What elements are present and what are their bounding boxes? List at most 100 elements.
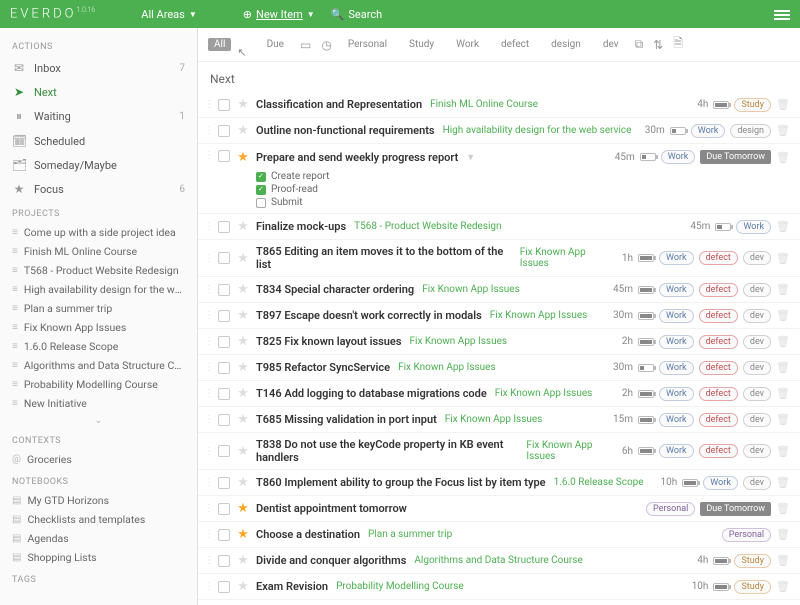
sidebar-context[interactable]: @Groceries <box>0 450 197 469</box>
task-row[interactable]: ⋮⋮ ★ T865 Editing an item moves it to th… <box>198 240 800 277</box>
star-toggle[interactable]: ★ <box>236 475 250 490</box>
filter-sort-icon[interactable]: ⇅ <box>653 38 663 52</box>
tag-defect[interactable]: defect <box>699 444 738 458</box>
task-checkbox[interactable] <box>218 284 230 296</box>
star-toggle[interactable]: ★ <box>236 360 250 375</box>
drag-handle[interactable]: ⋮⋮ <box>204 446 212 457</box>
tag-work[interactable]: Work <box>659 361 694 375</box>
tag-dev[interactable]: dev <box>743 361 771 375</box>
task-row[interactable]: ⋮⋮ ★ T897 Escape doesn't work correctly … <box>198 303 800 329</box>
drag-handle[interactable]: ⋮⋮ <box>204 503 212 514</box>
filter-work[interactable]: Work <box>450 38 485 51</box>
task-row[interactable]: ⋮⋮ ★ Exam Revision Probability Modelling… <box>198 574 800 600</box>
filter-study[interactable]: Study <box>403 38 440 51</box>
tag-defect[interactable]: defect <box>699 361 738 375</box>
sidebar-action-someday-maybe[interactable]: 🗂Someday/Maybe <box>0 153 197 177</box>
task-row[interactable]: ⋮⋮ ★ Outline non-functional requirements… <box>198 118 800 144</box>
drag-handle[interactable]: ⋮⋮ <box>204 414 212 425</box>
sidebar-project[interactable]: ≡Come up with a side project idea <box>0 223 197 242</box>
star-toggle[interactable]: ★ <box>236 386 250 401</box>
task-checkbox[interactable] <box>218 150 230 162</box>
tag-work[interactable]: Work <box>659 251 694 265</box>
new-item-button[interactable]: ⊕ New Item ▼ <box>243 8 315 21</box>
task-row[interactable]: ⋮⋮ ★ Prepare and send weekly progress re… <box>198 144 800 214</box>
drag-handle[interactable]: ⋮⋮ <box>204 99 212 110</box>
drag-handle[interactable]: ⋮⋮ <box>204 150 212 161</box>
sidebar-action-inbox[interactable]: ✉Inbox7 <box>0 56 197 80</box>
tag-defect[interactable]: defect <box>699 309 738 323</box>
subtask[interactable]: Proof-read <box>256 183 790 196</box>
drag-handle[interactable]: ⋮⋮ <box>204 581 212 592</box>
sidebar-action-waiting[interactable]: ⏸Waiting1 <box>0 104 197 129</box>
tag-study[interactable]: Study <box>734 98 771 112</box>
star-toggle[interactable]: ★ <box>236 412 250 427</box>
delete-icon[interactable]: 🗑 <box>776 220 790 233</box>
task-project-link[interactable]: Finish ML Online Course <box>430 99 538 110</box>
drag-handle[interactable]: ⋮⋮ <box>204 555 212 566</box>
sidebar-project[interactable]: ≡Algorithms and Data Structure Course <box>0 356 197 375</box>
star-toggle[interactable]: ★ <box>236 334 250 349</box>
sidebar-action-scheduled[interactable]: 🗓Scheduled <box>0 129 197 153</box>
sidebar-project[interactable]: ≡High availability design for the web se… <box>0 280 197 299</box>
filter-project-icon[interactable]: ▭ <box>300 38 311 52</box>
task-checkbox[interactable] <box>218 310 230 322</box>
delete-icon[interactable]: 🗑 <box>776 151 790 164</box>
tag-defect[interactable]: defect <box>699 335 738 349</box>
task-row[interactable]: ⋮⋮ ★ T685 Missing validation in port inp… <box>198 407 800 433</box>
tag-personal[interactable]: Personal <box>646 502 695 516</box>
tag-dev[interactable]: dev <box>743 251 771 265</box>
star-toggle[interactable]: ★ <box>236 308 250 323</box>
sidebar-project[interactable]: ≡Plan a summer trip <box>0 299 197 318</box>
filter-design[interactable]: design <box>545 38 587 51</box>
task-checkbox[interactable] <box>218 555 230 567</box>
filter-personal[interactable]: Personal <box>342 38 393 51</box>
filter-time-icon[interactable]: ◷ <box>321 38 331 52</box>
subtask-checkbox[interactable] <box>256 198 266 208</box>
drag-handle[interactable]: ⋮⋮ <box>204 284 212 295</box>
delete-icon[interactable]: 🗑 <box>776 413 790 426</box>
task-checkbox[interactable] <box>218 581 230 593</box>
delete-icon[interactable]: 🗑 <box>776 502 790 515</box>
task-row[interactable]: ⋮⋮ ★ T860 Implement ability to group the… <box>198 470 800 496</box>
tag-work[interactable]: Work <box>659 413 694 427</box>
subtask[interactable]: Submit <box>256 196 790 209</box>
filter-all[interactable]: All <box>208 38 231 51</box>
tag-study[interactable]: Study <box>734 580 771 594</box>
delete-icon[interactable]: 🗑 <box>776 309 790 322</box>
filter-dev[interactable]: dev <box>597 38 625 51</box>
star-toggle[interactable]: ★ <box>236 444 250 459</box>
task-row[interactable]: ⋮⋮ ★ Plan next steps Come up with a side… <box>198 600 800 605</box>
star-toggle[interactable]: ★ <box>236 97 250 112</box>
tag-defect[interactable]: defect <box>699 283 738 297</box>
task-checkbox[interactable] <box>218 252 230 264</box>
sidebar-project[interactable]: ≡Fix Known App Issues <box>0 318 197 337</box>
task-checkbox[interactable] <box>218 99 230 111</box>
delete-icon[interactable]: 🗑 <box>776 476 790 489</box>
drag-handle[interactable]: ⋮⋮ <box>204 310 212 321</box>
task-project-link[interactable]: Algorithms and Data Structure Course <box>414 555 582 566</box>
sidebar-notebook[interactable]: ▤Agendas <box>0 529 197 548</box>
tag-work[interactable]: Work <box>659 444 694 458</box>
task-row[interactable]: ⋮⋮ ★ Divide and conquer algorithms Algor… <box>198 548 800 574</box>
tag-design[interactable]: design <box>730 124 771 138</box>
drag-handle[interactable]: ⋮⋮ <box>204 362 212 373</box>
delete-icon[interactable]: 🗑 <box>776 445 790 458</box>
tag-dev[interactable]: dev <box>743 476 771 490</box>
sidebar-project[interactable]: ≡New Initiative <box>0 394 197 413</box>
tag-work[interactable]: Work <box>659 283 694 297</box>
delete-icon[interactable]: 🗑 <box>776 283 790 296</box>
task-checkbox[interactable] <box>218 221 230 233</box>
drag-handle[interactable]: ⋮⋮ <box>204 221 212 232</box>
collapse-projects[interactable]: ⌄ <box>0 413 197 428</box>
tag-defect[interactable]: defect <box>699 387 738 401</box>
delete-icon[interactable]: 🗑 <box>776 528 790 541</box>
star-toggle[interactable]: ★ <box>236 501 250 516</box>
task-row[interactable]: ⋮⋮ ★ T146 Add logging to database migrat… <box>198 381 800 407</box>
sidebar-project[interactable]: ≡1.6.0 Release Scope <box>0 337 197 356</box>
task-project-link[interactable]: Fix Known App Issues <box>398 362 496 373</box>
star-toggle[interactable]: ★ <box>236 553 250 568</box>
tag-work[interactable]: Work <box>659 335 694 349</box>
delete-icon[interactable]: 🗑 <box>776 554 790 567</box>
task-row[interactable]: ⋮⋮ ★ Dentist appointment tomorrow Person… <box>198 496 800 522</box>
filter-defect[interactable]: defect <box>495 38 535 51</box>
